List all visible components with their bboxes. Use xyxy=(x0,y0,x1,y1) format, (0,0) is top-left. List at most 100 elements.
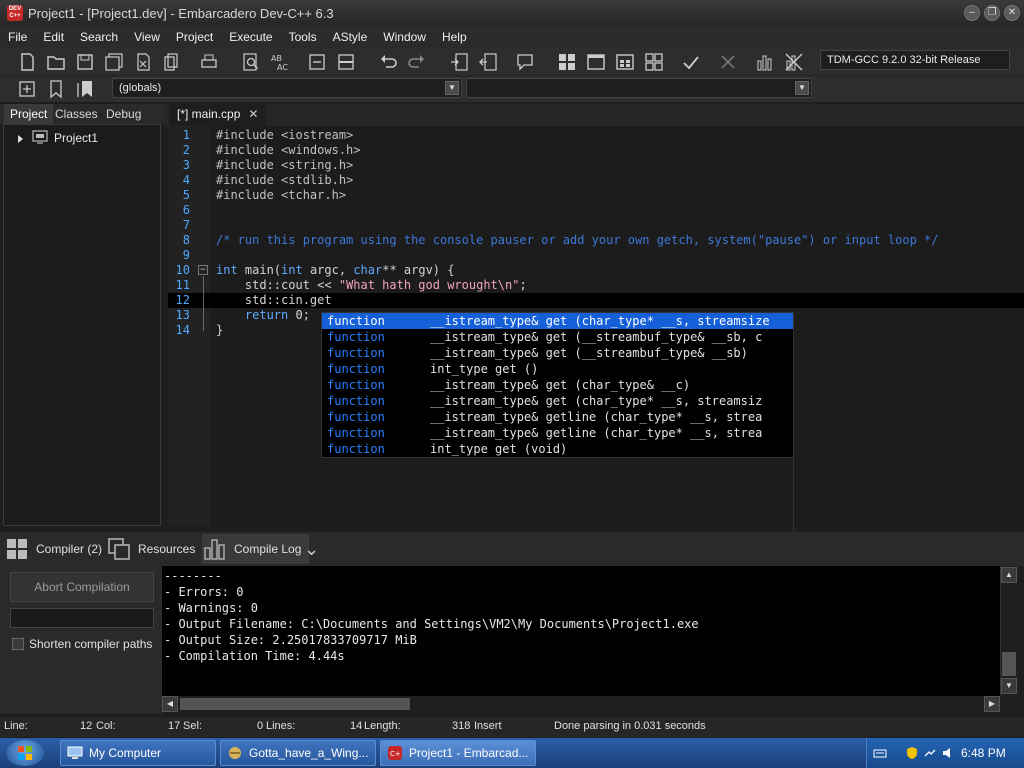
menu-help[interactable]: Help xyxy=(434,26,475,48)
menu-tools[interactable]: Tools xyxy=(281,26,325,48)
volume-icon[interactable] xyxy=(941,746,955,760)
close-file-icon[interactable] xyxy=(132,51,154,73)
indent-icon[interactable] xyxy=(448,51,470,73)
taskbar-item-devcpp[interactable]: C+ Project1 - Embarcad... xyxy=(380,740,536,766)
delete-profile-icon[interactable] xyxy=(783,51,805,73)
menu-window[interactable]: Window xyxy=(375,26,434,48)
network-icon[interactable] xyxy=(923,746,937,760)
undo-icon[interactable] xyxy=(377,51,399,73)
completion-item[interactable]: function __istream_type& get (__streambuf… xyxy=(322,329,793,345)
code-line[interactable]: 5 #include <tchar.h> xyxy=(168,188,1024,203)
code-line[interactable]: 1 #include <iostream> xyxy=(168,128,1024,143)
menu-edit[interactable]: Edit xyxy=(35,26,72,48)
menu-file[interactable]: File xyxy=(0,26,35,48)
scroll-down-icon[interactable]: ▼ xyxy=(1001,678,1017,694)
replace-icon[interactable]: AB AC xyxy=(269,51,291,73)
completion-item[interactable]: function __istream_type& getline (char_ty… xyxy=(322,425,793,441)
unindent-icon[interactable] xyxy=(477,51,499,73)
clock[interactable]: 6:48 PM xyxy=(961,746,1006,760)
profile-icon[interactable] xyxy=(754,51,776,73)
code-line-current[interactable]: 12 std::cin.get xyxy=(168,293,1024,308)
completion-item[interactable]: function __istream_type& get (__streambuf… xyxy=(322,345,793,361)
completion-item[interactable]: function __istream_type& get (char_type& … xyxy=(322,377,793,393)
menu-view[interactable]: View xyxy=(126,26,168,48)
restore-button[interactable]: ❐ xyxy=(984,5,1000,21)
close-button[interactable]: ✕ xyxy=(1004,5,1020,21)
code-line[interactable]: 2 #include <windows.h> xyxy=(168,143,1024,158)
start-button[interactable] xyxy=(6,740,44,766)
chevron-down-icon[interactable]: ▼ xyxy=(445,81,459,95)
tab-compiler[interactable]: Compiler (2) xyxy=(4,534,102,564)
code-line[interactable]: 3 #include <string.h> xyxy=(168,158,1024,173)
menu-astyle[interactable]: AStyle xyxy=(325,26,376,48)
scroll-left-icon[interactable]: ◀ xyxy=(162,696,178,712)
code-line[interactable]: 4 #include <stdlib.h> xyxy=(168,173,1024,188)
code-line[interactable]: 7 xyxy=(168,218,1024,233)
log-vertical-scrollbar[interactable]: ▲ ▼ xyxy=(1000,566,1018,696)
compile-log[interactable]: -------- - Errors: 0 - Warnings: 0 - Out… xyxy=(162,566,1000,696)
expand-arrow-icon[interactable] xyxy=(18,135,23,143)
tab-project[interactable]: Project xyxy=(4,104,54,124)
code-completion-list[interactable]: function __istream_type& get (char_type* … xyxy=(321,312,794,458)
menu-execute[interactable]: Execute xyxy=(221,26,280,48)
tree-item-project1[interactable]: Project1 xyxy=(54,131,98,145)
clean-icon[interactable] xyxy=(717,51,739,73)
scroll-up-icon[interactable]: ▲ xyxy=(1001,567,1017,583)
compiler-select[interactable]: TDM-GCC 9.2.0 32-bit Release xyxy=(820,50,1010,70)
scroll-right-icon[interactable]: ▶ xyxy=(984,696,1000,712)
code-line[interactable]: 11 std::cout << "What hath god wrought\n… xyxy=(168,278,1024,293)
code-line[interactable]: 10− int main(int argc, char** argv) { xyxy=(168,263,1024,278)
tab-classes[interactable]: Classes xyxy=(49,104,104,124)
rebuild-all-icon[interactable] xyxy=(643,51,665,73)
new-file-icon[interactable] xyxy=(16,51,38,73)
code-line[interactable]: 9 xyxy=(168,248,1024,263)
taskbar-item-my-computer[interactable]: My Computer xyxy=(60,740,216,766)
menu-project[interactable]: Project xyxy=(168,26,221,48)
comment-icon[interactable] xyxy=(514,51,536,73)
fold-toggle-icon[interactable]: − xyxy=(198,265,208,275)
check-syntax-icon[interactable] xyxy=(680,51,702,73)
tab-main-cpp[interactable]: [*] main.cpp ✕ xyxy=(169,104,267,126)
chevron-down-icon[interactable]: ▼ xyxy=(795,81,809,95)
tab-debug[interactable]: Debug xyxy=(100,104,147,124)
print-icon[interactable] xyxy=(198,51,220,73)
log-horizontal-scrollbar[interactable]: ◀ ▶ xyxy=(162,696,1000,712)
security-shield-icon[interactable] xyxy=(905,746,919,760)
collapse-panel-icon[interactable]: ⌄ xyxy=(304,534,319,564)
completion-item[interactable]: function __istream_type& getline (char_ty… xyxy=(322,409,793,425)
member-select[interactable]: ▼ xyxy=(466,78,812,98)
run-icon[interactable] xyxy=(585,51,607,73)
completion-item[interactable]: function __istream_type& get (char_type* … xyxy=(322,393,793,409)
taskbar-item-gotta-have-a-wing[interactable]: Gotta_have_a_Wing... xyxy=(220,740,376,766)
find-icon[interactable] xyxy=(240,51,262,73)
keyboard-icon[interactable] xyxy=(873,746,887,760)
tab-compile-log[interactable]: Compile Log xyxy=(202,534,310,564)
bookmark-icon[interactable] xyxy=(45,78,67,100)
code-line[interactable]: 6 xyxy=(168,203,1024,218)
compile-run-icon[interactable] xyxy=(614,51,636,73)
open-file-icon[interactable] xyxy=(45,51,67,73)
scroll-thumb[interactable] xyxy=(180,698,410,710)
minimize-button[interactable]: – xyxy=(964,5,980,21)
scope-select[interactable]: (globals) ▼ xyxy=(112,78,462,98)
completion-item[interactable]: function int_type get () xyxy=(322,361,793,377)
close-icon[interactable]: ✕ xyxy=(248,107,258,121)
save-icon[interactable] xyxy=(74,51,96,73)
abort-compilation-button[interactable]: Abort Compilation xyxy=(10,572,154,602)
code-line[interactable]: 8 /* run this program using the console p… xyxy=(168,233,1024,248)
shorten-paths-checkbox[interactable] xyxy=(12,638,24,650)
status-line-label: Line: xyxy=(4,720,28,732)
completion-item[interactable]: function int_type get (void) xyxy=(322,441,793,457)
save-all-icon[interactable] xyxy=(103,51,125,73)
scroll-thumb[interactable] xyxy=(1002,652,1016,676)
toggle-bookmark-icon[interactable] xyxy=(335,51,357,73)
insert-icon[interactable] xyxy=(16,78,38,100)
redo-icon[interactable] xyxy=(406,51,428,73)
close-all-icon[interactable] xyxy=(161,51,183,73)
completion-item[interactable]: function __istream_type& get (char_type* … xyxy=(322,313,793,329)
compile-icon[interactable] xyxy=(556,51,578,73)
tab-resources[interactable]: Resources xyxy=(106,534,195,564)
goto-line-icon[interactable] xyxy=(306,51,328,73)
menu-search[interactable]: Search xyxy=(72,26,126,48)
goto-bookmark-icon[interactable] xyxy=(74,78,96,100)
